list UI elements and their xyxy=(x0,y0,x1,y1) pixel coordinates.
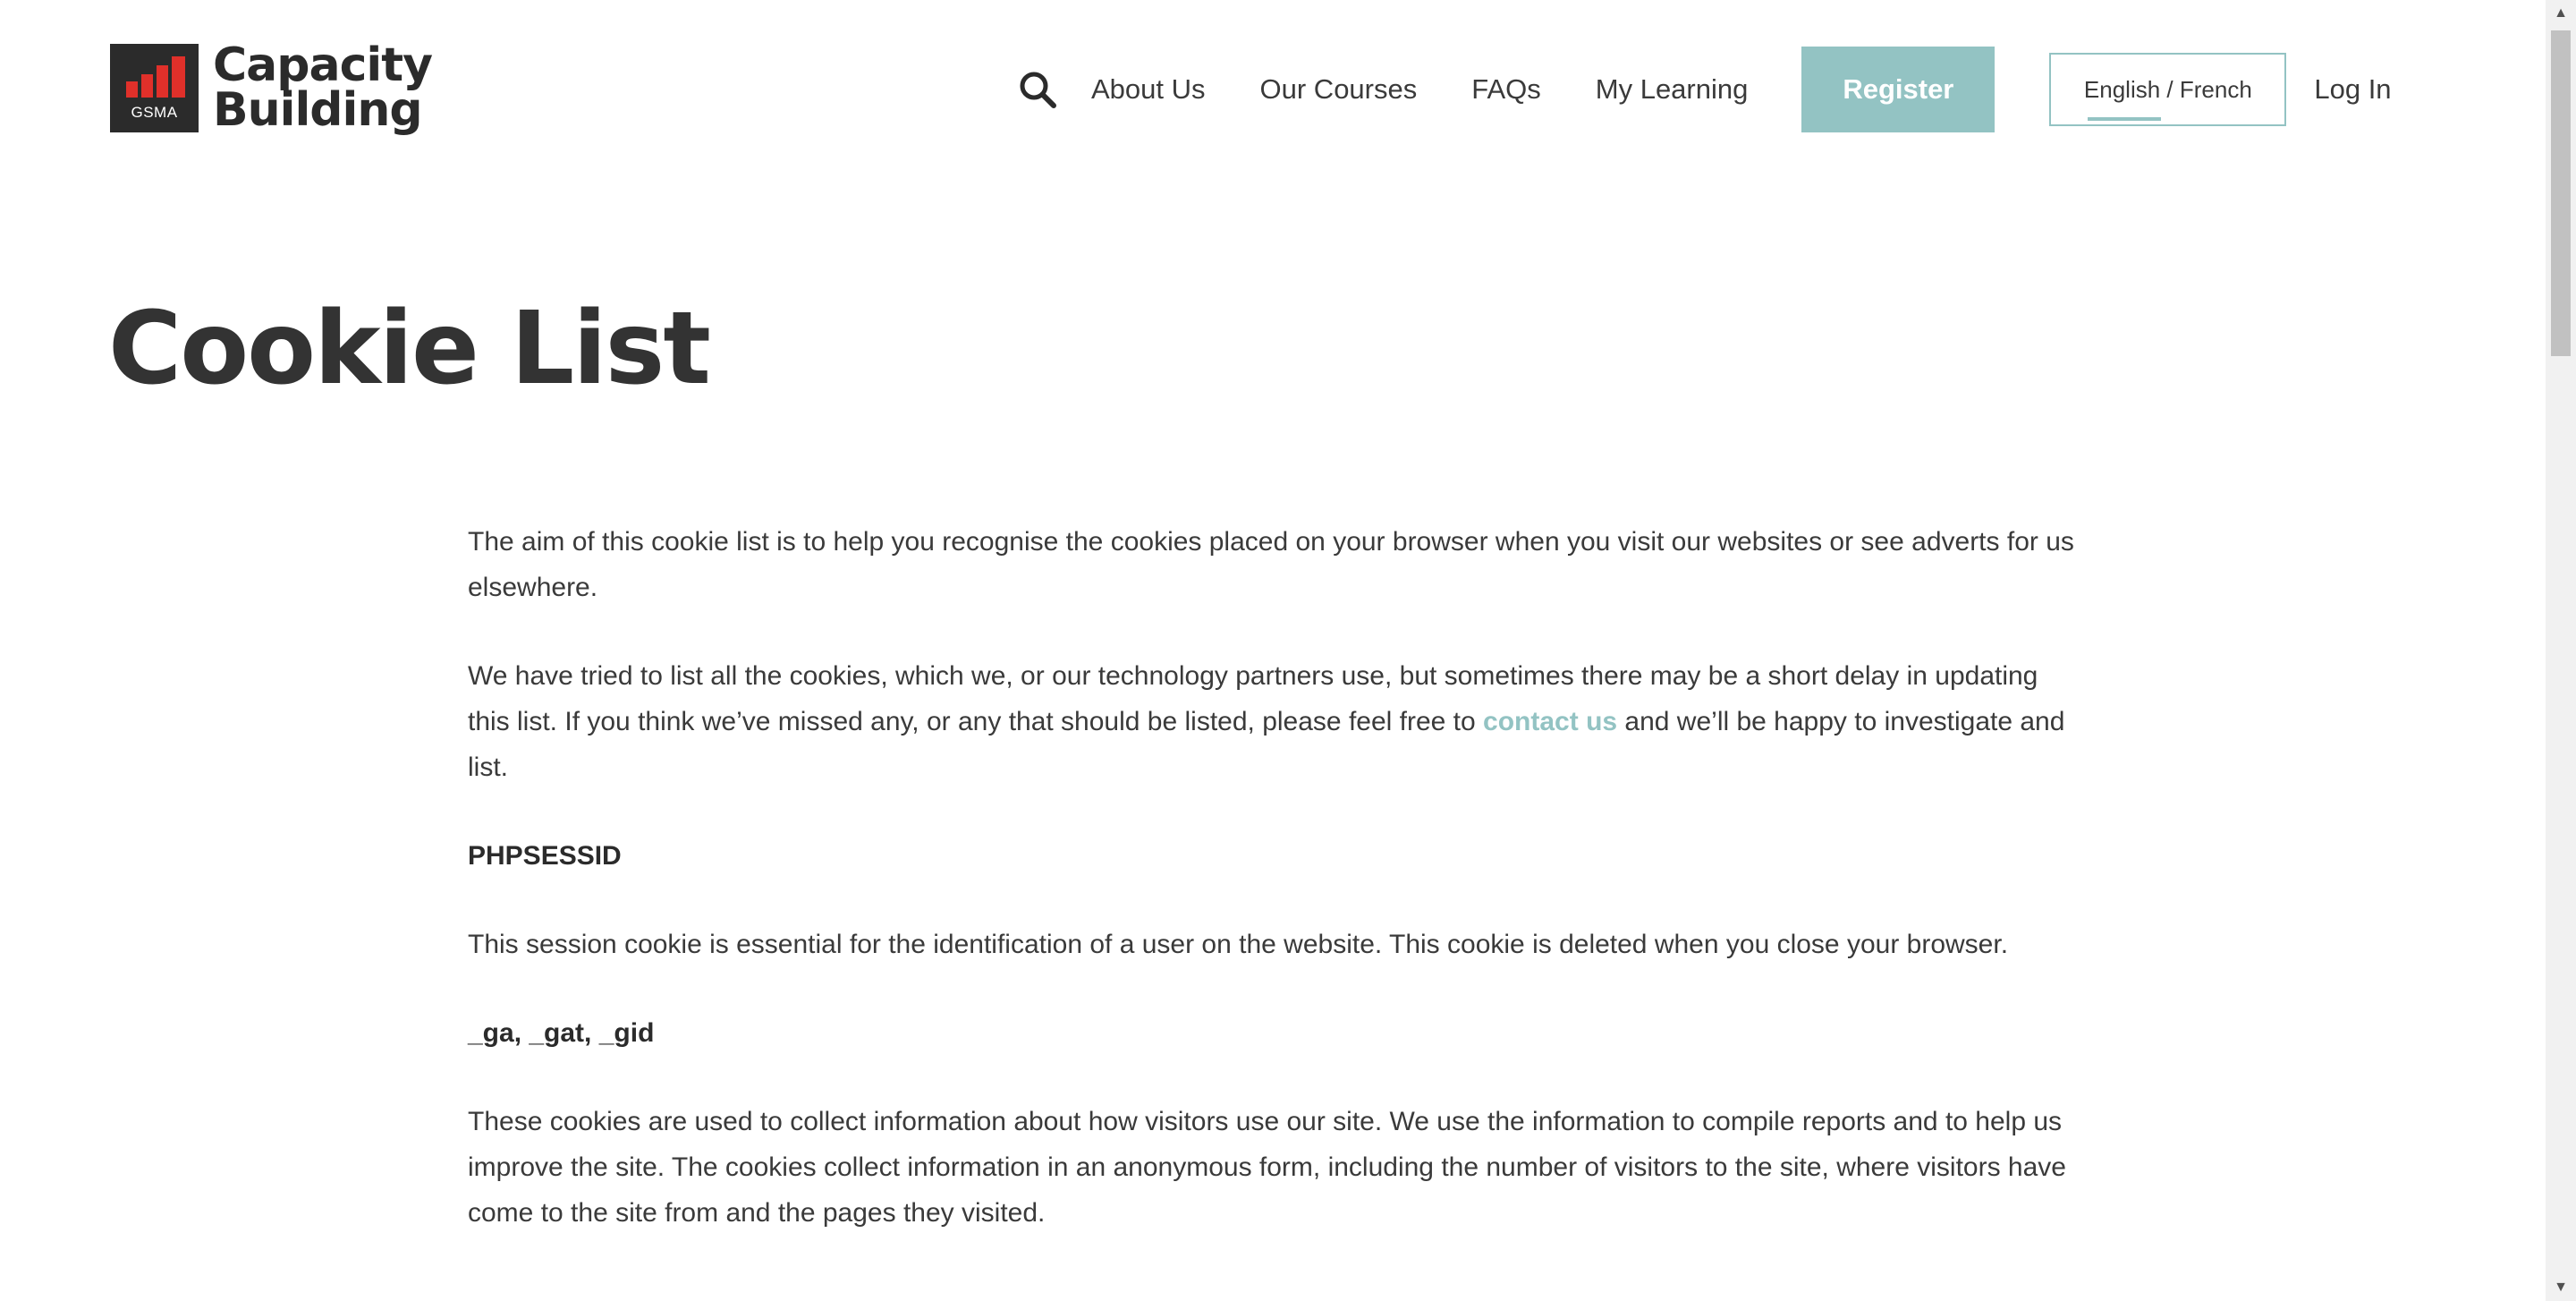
gsma-logo-mark: GSMA xyxy=(110,43,199,132)
main-nav: About Us Our Courses FAQs My Learning Re… xyxy=(1011,47,2392,132)
page: GSMA Capacity Building About Us Our Cour… xyxy=(0,0,2576,1301)
logo-line-2: Building xyxy=(213,83,423,137)
cookie-description: This session cookie is essential for the… xyxy=(468,930,2009,959)
site-header: GSMA Capacity Building About Us Our Cour… xyxy=(0,0,2546,179)
search-button[interactable] xyxy=(1011,63,1064,116)
nav-about-us[interactable]: About Us xyxy=(1091,73,1206,106)
language-label: English / French xyxy=(2083,75,2252,103)
scroll-down-arrow-icon[interactable]: ▼ xyxy=(2546,1274,2576,1301)
logo-wordmark: Capacity Building xyxy=(213,38,433,137)
contact-us-link[interactable]: contact us xyxy=(1483,707,1617,736)
register-button[interactable]: Register xyxy=(1801,47,1996,132)
search-icon xyxy=(1020,72,1056,108)
scroll-up-arrow-icon[interactable]: ▲ xyxy=(2546,0,2576,27)
cookie-name: _ga, _gat, _gid xyxy=(468,1018,655,1048)
cookie-description: These cookies are used to collect inform… xyxy=(468,1107,2066,1228)
update-paragraph: We have tried to list all the cookies, w… xyxy=(468,653,2078,790)
main-content: The aim of this cookie list is to help y… xyxy=(468,519,2078,1279)
scrollbar-thumb[interactable] xyxy=(2551,30,2571,356)
signal-bars-icon xyxy=(126,55,185,98)
active-language-indicator xyxy=(2088,117,2162,121)
nav-faqs[interactable]: FAQs xyxy=(1471,73,1541,106)
nav-our-courses[interactable]: Our Courses xyxy=(1260,73,1418,106)
logo-brand: GSMA xyxy=(131,103,178,121)
language-switcher[interactable]: English / French xyxy=(2049,53,2287,126)
login-link[interactable]: Log In xyxy=(2314,73,2391,106)
nav-my-learning[interactable]: My Learning xyxy=(1596,73,1749,106)
intro-paragraph: The aim of this cookie list is to help y… xyxy=(468,527,2074,602)
vertical-scrollbar[interactable]: ▲ ▼ xyxy=(2546,0,2576,1301)
site-logo[interactable]: GSMA Capacity Building xyxy=(110,38,433,137)
page-title: Cookie List xyxy=(108,291,711,407)
logo-line-1: Capacity xyxy=(213,38,433,92)
cookie-name: PHPSESSID xyxy=(468,841,622,871)
